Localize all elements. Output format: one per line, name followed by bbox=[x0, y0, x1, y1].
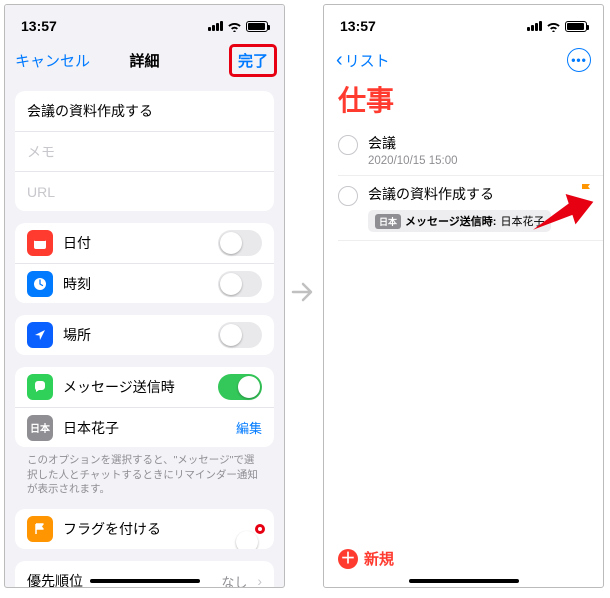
reminder-item[interactable]: 会議 2020/10/15 15:00 bbox=[338, 125, 603, 176]
priority-row[interactable]: 優先順位 なし › bbox=[15, 561, 274, 587]
priority-value: なし bbox=[221, 572, 247, 587]
status-bar: 13:57 bbox=[324, 5, 603, 41]
contact-name: 日本花子 bbox=[63, 418, 226, 438]
back-label: リスト bbox=[345, 50, 390, 71]
location-row[interactable]: 場所 bbox=[15, 315, 274, 355]
title-input[interactable] bbox=[27, 103, 262, 119]
back-button[interactable]: ‹ リスト bbox=[336, 50, 390, 71]
nav-bar: ‹ リスト ••• bbox=[324, 41, 603, 79]
flag-toggle-highlight bbox=[258, 527, 262, 531]
complete-circle[interactable] bbox=[338, 186, 358, 206]
reminders-list: 会議 2020/10/15 15:00 会議の資料作成する 日本 メッセージ送信… bbox=[324, 125, 603, 241]
chip-value: 日本花子 bbox=[500, 213, 544, 229]
wifi-icon bbox=[546, 21, 561, 32]
complete-circle[interactable] bbox=[338, 135, 358, 155]
home-indicator bbox=[90, 579, 200, 583]
wifi-icon bbox=[227, 21, 242, 32]
messaging-toggle[interactable] bbox=[218, 374, 262, 400]
done-button[interactable]: 完了 bbox=[232, 47, 274, 74]
cancel-button[interactable]: キャンセル bbox=[15, 50, 90, 71]
time-toggle[interactable] bbox=[218, 271, 262, 297]
location-icon bbox=[27, 322, 53, 348]
clock-icon bbox=[27, 271, 53, 297]
status-time: 13:57 bbox=[21, 18, 57, 34]
date-row[interactable]: 日付 bbox=[15, 223, 274, 263]
message-icon bbox=[27, 374, 53, 400]
new-label: 新規 bbox=[364, 548, 394, 569]
battery-icon bbox=[246, 21, 268, 32]
location-toggle[interactable] bbox=[218, 322, 262, 348]
time-label: 時刻 bbox=[63, 274, 208, 294]
url-placeholder: URL bbox=[27, 184, 55, 200]
list-title: 仕事 bbox=[324, 79, 603, 125]
messaging-label: メッセージ送信時 bbox=[63, 377, 208, 397]
chip-label: メッセージ送信時: bbox=[405, 213, 496, 229]
new-reminder-button[interactable]: ＋ 新規 bbox=[338, 548, 394, 569]
home-indicator bbox=[409, 579, 519, 583]
ellipsis-icon: ••• bbox=[571, 53, 587, 67]
signal-icon bbox=[208, 21, 223, 31]
contact-avatar-icon: 日本 bbox=[27, 415, 53, 441]
messaging-footnote: このオプションを選択すると、"メッセージ"で選択した人とチャットするときにリマイ… bbox=[15, 447, 274, 497]
edit-contact-button[interactable]: 編集 bbox=[236, 418, 262, 437]
plus-icon: ＋ bbox=[338, 549, 358, 569]
status-bar: 13:57 bbox=[5, 5, 284, 41]
calendar-icon bbox=[27, 230, 53, 256]
detail-form: メモ URL 日付 時刻 bbox=[5, 79, 284, 587]
flag-row[interactable]: フラグを付ける bbox=[15, 509, 274, 549]
flag-icon bbox=[579, 182, 593, 201]
date-toggle[interactable] bbox=[218, 230, 262, 256]
url-row[interactable]: URL bbox=[15, 171, 274, 211]
reminder-title: 会議の資料作成する bbox=[368, 184, 595, 204]
flag-label: フラグを付ける bbox=[63, 519, 248, 539]
chevron-right-icon: › bbox=[257, 573, 262, 587]
chip-avatar-icon: 日本 bbox=[375, 214, 401, 229]
messaging-row[interactable]: メッセージ送信時 bbox=[15, 367, 274, 407]
location-label: 場所 bbox=[63, 325, 208, 345]
status-indicators bbox=[208, 21, 268, 32]
time-row[interactable]: 時刻 bbox=[15, 263, 274, 303]
status-time: 13:57 bbox=[340, 18, 376, 34]
flag-icon bbox=[27, 516, 53, 542]
more-button[interactable]: ••• bbox=[567, 48, 591, 72]
battery-icon bbox=[565, 21, 587, 32]
left-phone: 13:57 キャンセル 詳細 完了 メモ URL bbox=[4, 4, 285, 588]
nav-bar: キャンセル 詳細 完了 bbox=[5, 41, 284, 79]
reminder-title: 会議 bbox=[368, 133, 595, 153]
contact-row[interactable]: 日本 日本花子 編集 bbox=[15, 407, 274, 447]
status-indicators bbox=[527, 21, 587, 32]
reminder-item[interactable]: 会議の資料作成する 日本 メッセージ送信時: 日本花子 bbox=[338, 176, 603, 241]
transition-arrow-icon bbox=[285, 277, 323, 315]
memo-row[interactable]: メモ bbox=[15, 131, 274, 171]
title-row[interactable] bbox=[15, 91, 274, 131]
chevron-left-icon: ‹ bbox=[336, 50, 343, 70]
right-phone: 13:57 ‹ リスト ••• 仕事 会議 2020/10/15 15:0 bbox=[323, 4, 604, 588]
reminder-subtitle: 2020/10/15 15:00 bbox=[368, 155, 595, 167]
date-label: 日付 bbox=[63, 233, 208, 253]
reminder-chip: 日本 メッセージ送信時: 日本花子 bbox=[368, 210, 551, 232]
memo-placeholder: メモ bbox=[27, 142, 55, 162]
signal-icon bbox=[527, 21, 542, 31]
